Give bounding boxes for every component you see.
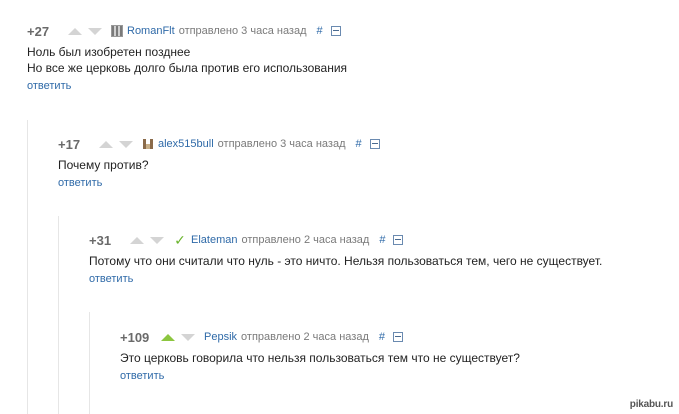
upvote-icon[interactable] <box>68 27 82 35</box>
comment-header: +31 ✓ Elateman отправлено 2 часа назад # <box>89 231 669 249</box>
thread-guide-line <box>58 216 59 414</box>
collapse-icon[interactable] <box>369 139 380 149</box>
thread-guide-line <box>89 312 90 414</box>
author-link[interactable]: Elateman <box>191 234 237 246</box>
collapse-icon[interactable] <box>392 332 403 342</box>
avatar-icon <box>142 138 154 150</box>
comment-thread: +27 RomanFlt отправлено 3 часа назад # Н… <box>0 0 679 414</box>
reply-link[interactable]: ответить <box>89 273 133 285</box>
permalink-hash[interactable]: # <box>355 138 361 150</box>
comment-body: Это церковь говорила что нельзя пользова… <box>120 350 660 366</box>
comment: +31 ✓ Elateman отправлено 2 часа назад #… <box>89 231 669 287</box>
comment-rating: +27 <box>27 23 50 39</box>
upvote-icon[interactable] <box>130 236 144 244</box>
comment-rating: +109 <box>120 329 150 345</box>
site-watermark: pikabu.ru <box>629 399 673 410</box>
author-link[interactable]: alex515bull <box>158 138 214 150</box>
collapse-icon[interactable] <box>330 26 341 36</box>
comment-header: +17 alex515bull отправлено 3 часа назад … <box>58 135 658 153</box>
comment-text-line: Почему против? <box>58 158 149 172</box>
comment: +109 Pepsik отправлено 2 часа назад # Эт… <box>120 328 660 384</box>
comment-rating: +17 <box>58 136 81 152</box>
timestamp: отправлено 2 часа назад <box>241 331 369 343</box>
upvote-icon[interactable] <box>99 140 113 148</box>
comment-text-line: Потому что они считали что нуль - это ни… <box>89 254 603 268</box>
timestamp: отправлено 3 часа назад <box>178 25 307 37</box>
downvote-icon[interactable] <box>150 236 164 244</box>
author-link[interactable]: RomanFlt <box>127 25 175 37</box>
comment: +27 RomanFlt отправлено 3 часа назад # Н… <box>27 22 667 94</box>
avatar-icon <box>111 25 123 37</box>
comment-text-line: Но все же церковь долго была против его … <box>27 61 348 75</box>
reply-link[interactable]: ответить <box>58 177 102 189</box>
comment: +17 alex515bull отправлено 3 часа назад … <box>58 135 658 191</box>
upvote-icon[interactable] <box>161 333 175 341</box>
reply-link[interactable]: ответить <box>27 80 71 92</box>
comment-body: Ноль был изобретен позднее Но все же цер… <box>27 44 667 76</box>
downvote-icon[interactable] <box>181 333 195 341</box>
downvote-icon[interactable] <box>119 140 133 148</box>
permalink-hash[interactable]: # <box>379 331 385 343</box>
comment-body: Почему против? <box>58 157 658 173</box>
comment-text-line: Ноль был изобретен позднее <box>27 45 191 59</box>
thread-guide-line <box>27 120 28 414</box>
permalink-hash[interactable]: # <box>317 25 323 37</box>
author-link[interactable]: Pepsik <box>204 331 237 343</box>
reply-link[interactable]: ответить <box>120 370 164 382</box>
timestamp: отправлено 3 часа назад <box>217 138 346 150</box>
comment-header: +109 Pepsik отправлено 2 часа назад # <box>120 328 660 346</box>
comment-text-line: Это церковь говорила что нельзя пользова… <box>120 351 520 365</box>
checkmark-icon: ✓ <box>174 232 186 248</box>
permalink-hash[interactable]: # <box>379 234 385 246</box>
comment-rating: +31 <box>89 232 112 248</box>
comment-body: Потому что они считали что нуль - это ни… <box>89 253 669 269</box>
timestamp: отправлено 2 часа назад <box>241 234 370 246</box>
downvote-icon[interactable] <box>88 27 102 35</box>
comment-header: +27 RomanFlt отправлено 3 часа назад # <box>27 22 667 40</box>
collapse-icon[interactable] <box>393 235 404 245</box>
